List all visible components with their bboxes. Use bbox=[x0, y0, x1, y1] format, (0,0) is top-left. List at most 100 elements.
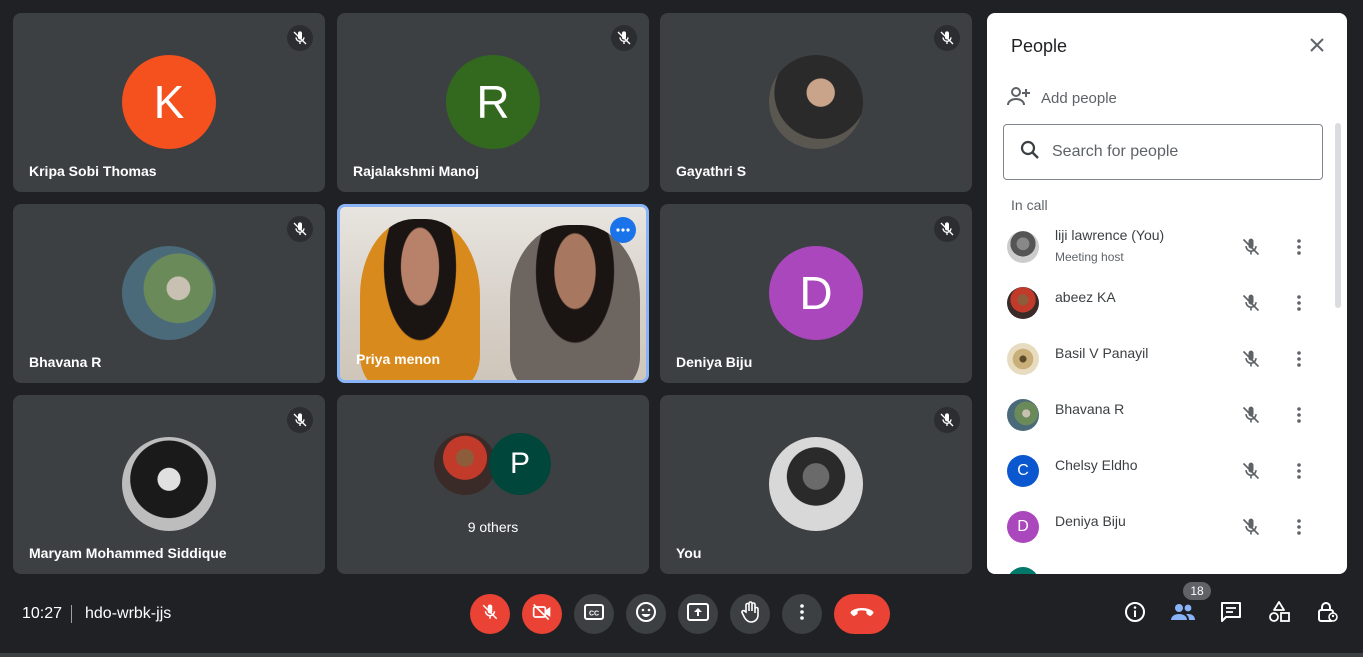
mic-off-icon bbox=[1239, 459, 1263, 483]
avatar: R bbox=[446, 55, 540, 149]
mic-off-icon bbox=[1239, 403, 1263, 427]
search-icon bbox=[1020, 140, 1040, 165]
participant-name: abeez KA bbox=[1055, 289, 1116, 305]
raise-hand-button[interactable] bbox=[730, 594, 770, 634]
meet-window: K Kripa Sobi Thomas R Rajalakshmi Manoj … bbox=[0, 0, 1363, 657]
list-item[interactable]: D Deniya Biju bbox=[987, 499, 1337, 555]
mic-off-icon bbox=[1239, 291, 1263, 315]
mic-off-icon bbox=[287, 216, 313, 242]
participant-name: You bbox=[676, 545, 702, 561]
avatar: C bbox=[1007, 455, 1039, 487]
search-input[interactable] bbox=[1052, 143, 1292, 161]
tile-rajalakshmi[interactable]: R Rajalakshmi Manoj bbox=[337, 13, 649, 192]
more-vert-icon[interactable] bbox=[1287, 347, 1311, 371]
tile-maryam[interactable]: Maryam Mohammed Siddique bbox=[13, 395, 325, 574]
section-label: In call bbox=[1011, 197, 1048, 213]
participant-name: Chelsy Eldho bbox=[1055, 457, 1138, 473]
avatar-photo bbox=[1007, 399, 1039, 431]
participant-name: Maryam Mohammed Siddique bbox=[29, 545, 227, 561]
present-icon bbox=[687, 602, 709, 626]
more-vert-icon[interactable] bbox=[1287, 235, 1311, 259]
host-controls-button[interactable] bbox=[1313, 600, 1341, 628]
meeting-details-button[interactable] bbox=[1121, 600, 1149, 628]
avatar-photo bbox=[1007, 343, 1039, 375]
people-button[interactable] bbox=[1169, 600, 1197, 628]
present-screen-button[interactable] bbox=[678, 594, 718, 634]
chat-button[interactable] bbox=[1217, 600, 1245, 628]
shapes-icon bbox=[1268, 600, 1290, 628]
participant-name: Bhavana R bbox=[29, 354, 102, 370]
list-item[interactable]: liji lawrence (You) Meeting host bbox=[987, 219, 1337, 275]
close-icon[interactable] bbox=[1305, 33, 1329, 57]
people-icon bbox=[1170, 602, 1196, 627]
mic-off-icon bbox=[481, 603, 499, 626]
participant-role: Meeting host bbox=[1055, 250, 1124, 264]
participant-name: Rajalakshmi Manoj bbox=[353, 163, 480, 179]
participant-name: Kripa Sobi Thomas bbox=[29, 163, 157, 179]
list-item[interactable]: Bhavana R bbox=[987, 387, 1337, 443]
more-vert-icon bbox=[800, 603, 804, 625]
more-vert-icon[interactable] bbox=[1287, 459, 1311, 483]
tile-deniya[interactable]: D Deniya Biju bbox=[660, 204, 972, 383]
meeting-code: hdo-wrbk-jjs bbox=[85, 605, 172, 622]
mic-off-icon bbox=[934, 25, 960, 51]
leave-call-button[interactable] bbox=[834, 594, 890, 634]
videocam-off-icon bbox=[532, 603, 552, 626]
avatar-photo bbox=[1007, 231, 1039, 263]
participant-name: Priya menon bbox=[356, 351, 441, 367]
mic-off-icon bbox=[1239, 235, 1263, 259]
search-field[interactable] bbox=[1003, 124, 1323, 180]
list-item[interactable]: Basil V Panayil bbox=[987, 331, 1337, 387]
participant-name: Deniya Biju bbox=[1055, 513, 1126, 529]
panel-title: People bbox=[1011, 36, 1068, 56]
tile-gayathri[interactable]: Gayathri S bbox=[660, 13, 972, 192]
mic-off-icon bbox=[1239, 515, 1263, 539]
activities-button[interactable] bbox=[1265, 600, 1293, 628]
tile-kripa[interactable]: K Kripa Sobi Thomas bbox=[13, 13, 325, 192]
captions-button[interactable]: CC bbox=[574, 594, 614, 634]
avatar-photo bbox=[769, 437, 863, 531]
camera-toggle-button[interactable] bbox=[522, 594, 562, 634]
avatar bbox=[1007, 567, 1039, 574]
add-people-button[interactable]: Add people bbox=[1007, 86, 1117, 110]
svg-text:CC: CC bbox=[589, 610, 599, 617]
avatar: P bbox=[489, 433, 551, 495]
avatar-photo bbox=[122, 437, 216, 531]
tile-others[interactable]: P 9 others bbox=[337, 395, 649, 574]
more-options-icon[interactable] bbox=[610, 217, 636, 243]
emoji-icon bbox=[635, 601, 657, 628]
tile-priya-active[interactable]: Priya menon bbox=[337, 204, 649, 383]
info-icon bbox=[1124, 601, 1146, 628]
more-options-button[interactable] bbox=[782, 594, 822, 634]
mic-off-icon bbox=[934, 216, 960, 242]
list-item[interactable]: abeez KA bbox=[987, 275, 1337, 331]
people-count-badge: 18 bbox=[1183, 582, 1211, 600]
more-vert-icon[interactable] bbox=[1287, 403, 1311, 427]
list-item[interactable]: C Chelsy Eldho bbox=[987, 443, 1337, 499]
closed-caption-icon: CC bbox=[584, 603, 604, 625]
person-add-icon bbox=[1007, 86, 1031, 110]
people-panel: People Add people In call liji lawrence … bbox=[987, 13, 1347, 574]
avatar: D bbox=[1007, 511, 1039, 543]
mic-toggle-button[interactable] bbox=[470, 594, 510, 634]
avatar-photo bbox=[769, 55, 863, 149]
avatar-photo bbox=[1007, 287, 1039, 319]
participant-name: Deniya Biju bbox=[676, 354, 753, 370]
avatar-photo bbox=[122, 246, 216, 340]
more-vert-icon[interactable] bbox=[1287, 515, 1311, 539]
avatar: K bbox=[122, 55, 216, 149]
reactions-button[interactable] bbox=[626, 594, 666, 634]
more-vert-icon[interactable] bbox=[1287, 291, 1311, 315]
divider bbox=[71, 605, 72, 623]
window-bottom-edge bbox=[0, 653, 1363, 657]
avatar: D bbox=[769, 246, 863, 340]
list-item[interactable] bbox=[987, 555, 1337, 574]
participant-name: Bhavana R bbox=[1055, 401, 1125, 417]
call-end-icon bbox=[849, 605, 875, 623]
tile-bhavana[interactable]: Bhavana R bbox=[13, 204, 325, 383]
mic-off-icon bbox=[1239, 347, 1263, 371]
add-people-label: Add people bbox=[1041, 89, 1117, 107]
tile-you[interactable]: You bbox=[660, 395, 972, 574]
mic-off-icon bbox=[287, 407, 313, 433]
mic-off-icon bbox=[287, 25, 313, 51]
